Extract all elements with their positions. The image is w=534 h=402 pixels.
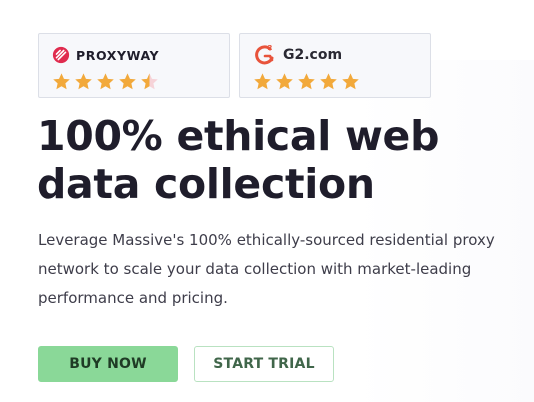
star-full-icon bbox=[119, 73, 136, 90]
title-line-1: 100% ethical web bbox=[37, 112, 440, 160]
star-full-icon bbox=[97, 73, 114, 90]
star-full-icon bbox=[298, 73, 315, 90]
page-title: 100% ethical web data collection bbox=[37, 112, 507, 208]
ratings-row: PROXYWAY 2 G2.com bbox=[38, 33, 431, 98]
g2-stars bbox=[253, 72, 430, 91]
proxyway-stars bbox=[52, 72, 229, 91]
title-line-2: data collection bbox=[37, 160, 375, 208]
proxyway-logo-icon bbox=[52, 46, 70, 64]
star-full-icon bbox=[342, 73, 359, 90]
star-full-icon bbox=[276, 73, 293, 90]
star-full-icon bbox=[75, 73, 92, 90]
g2-logo-icon: 2 bbox=[255, 44, 274, 64]
g2-brand: 2 G2.com bbox=[253, 44, 430, 65]
proxyway-name: PROXYWAY bbox=[76, 47, 160, 63]
g2-rating-card[interactable]: 2 G2.com bbox=[239, 33, 431, 98]
g2-name: G2.com bbox=[283, 47, 343, 63]
start-trial-button[interactable]: START TRIAL bbox=[194, 346, 334, 382]
buy-now-button[interactable]: BUY NOW bbox=[38, 346, 178, 382]
svg-text:2: 2 bbox=[268, 44, 273, 52]
proxyway-brand: PROXYWAY bbox=[52, 45, 229, 65]
star-full-icon bbox=[320, 73, 337, 90]
star-full-icon bbox=[53, 73, 70, 90]
proxyway-rating-card[interactable]: PROXYWAY bbox=[38, 33, 230, 98]
hero-description: Leverage Massive's 100% ethically-source… bbox=[38, 231, 495, 307]
star-half-icon bbox=[141, 73, 158, 90]
star-full-icon bbox=[254, 73, 271, 90]
